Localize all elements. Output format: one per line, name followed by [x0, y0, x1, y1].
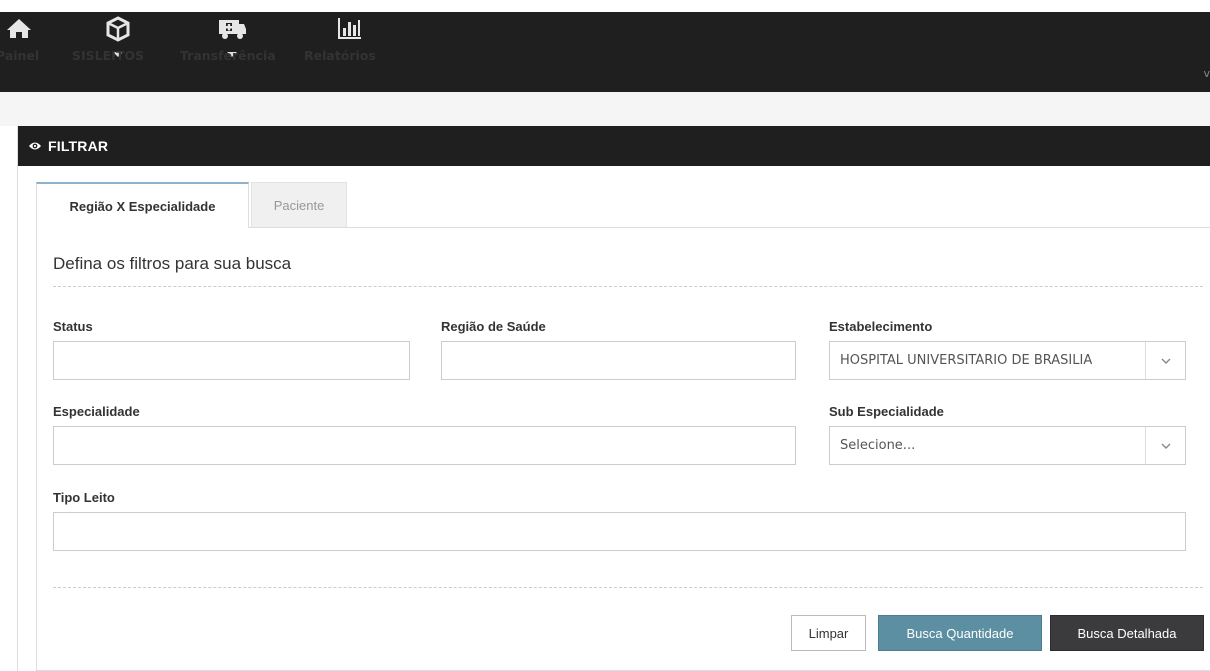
nav-item-sisleitos[interactable]: SISLEITOS	[72, 16, 164, 90]
home-icon	[0, 16, 42, 44]
filter-panel: FILTRAR Região X Especialidade Paciente …	[17, 126, 1210, 671]
top-navbar: Painel SISLEITOS Transferência Relatório…	[0, 0, 1210, 92]
regiao-label: Região de Saúde	[441, 319, 546, 334]
nav-item-transferencia[interactable]: Transferência	[180, 16, 284, 90]
panel-title: FILTRAR	[48, 138, 109, 154]
version-label: v	[1203, 67, 1210, 80]
sub-especialidade-label: Sub Especialidade	[829, 404, 944, 419]
tab-regiao-especialidade[interactable]: Região X Especialidade	[36, 182, 249, 228]
section-title: Defina os filtros para sua busca	[53, 254, 292, 273]
tipo-leito-label: Tipo Leito	[53, 490, 115, 505]
status-field[interactable]	[53, 341, 410, 380]
tab-paciente[interactable]: Paciente	[251, 182, 347, 227]
regiao-field[interactable]	[441, 341, 796, 380]
nav-label: Painel	[0, 48, 40, 63]
especialidade-label: Especialidade	[53, 404, 140, 419]
nav-label: Relatórios	[304, 48, 376, 63]
bar-chart-icon	[304, 16, 396, 44]
sub-especialidade-value: Selecione...	[840, 438, 916, 453]
nav-label: Transferência	[180, 48, 276, 63]
tipo-leito-field[interactable]	[53, 512, 1186, 551]
busca-detalhada-button[interactable]: Busca Detalhada	[1050, 615, 1204, 651]
nav-item-relatorios[interactable]: Relatórios	[304, 16, 396, 90]
ambulance-icon	[180, 16, 284, 44]
nav-label: SISLEITOS	[72, 48, 144, 63]
estabelecimento-label: Estabelecimento	[829, 319, 933, 334]
tab-content: Defina os filtros para sua busca Status …	[36, 227, 1210, 671]
estabelecimento-select[interactable]: HOSPITAL UNIVERSITÁRIO DE BRASÍLIA	[829, 341, 1186, 380]
page-spacer	[0, 92, 1210, 126]
chevron-down-icon[interactable]	[1145, 427, 1185, 464]
sub-especialidade-select[interactable]: Selecione...	[829, 426, 1186, 465]
chevron-down-icon[interactable]	[1145, 342, 1185, 379]
top-strip	[0, 0, 1210, 12]
cube-icon	[72, 16, 164, 44]
clear-button[interactable]: Limpar	[791, 615, 866, 651]
especialidade-field[interactable]	[53, 426, 796, 465]
status-label: Status	[53, 319, 93, 334]
eye-icon	[28, 141, 42, 151]
busca-quantidade-button[interactable]: Busca Quantidade	[878, 615, 1042, 651]
divider	[53, 286, 1203, 287]
estabelecimento-value: HOSPITAL UNIVERSITÁRIO DE BRASÍLIA	[840, 353, 1093, 368]
panel-header: FILTRAR	[18, 126, 1210, 166]
divider	[53, 587, 1203, 588]
nav-item-painel[interactable]: Painel	[0, 16, 42, 90]
